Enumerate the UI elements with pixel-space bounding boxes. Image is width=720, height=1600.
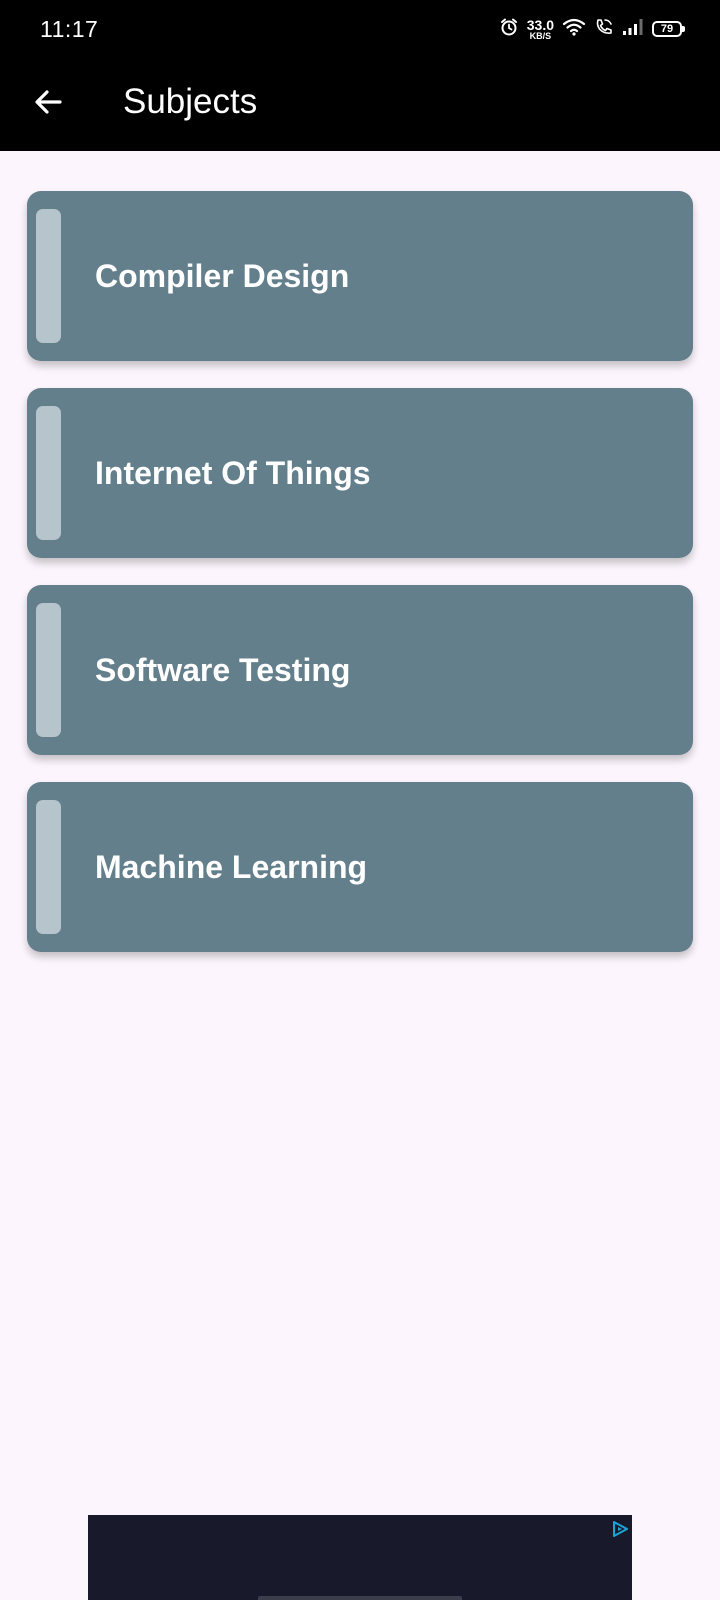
- network-speed-value: 33.0: [526, 16, 554, 33]
- ad-handle: [258, 1596, 462, 1600]
- ad-choices-icon[interactable]: [610, 1519, 630, 1539]
- subject-label: Machine Learning: [95, 848, 368, 885]
- card-accent-bar: [36, 800, 61, 934]
- status-time: 11:17: [40, 16, 99, 42]
- subject-label: Internet Of Things: [95, 454, 371, 491]
- status-bar: 11:17 33.0 KB/S 79: [0, 0, 720, 58]
- page-title: Subjects: [123, 82, 258, 121]
- network-speed: 33.0 KB/S: [527, 18, 554, 41]
- battery-level: 79: [660, 23, 674, 35]
- subject-card-machine-learning[interactable]: Machine Learning: [27, 782, 693, 952]
- card-accent-bar: [36, 209, 61, 343]
- wifi-icon: [562, 17, 586, 42]
- screen: 11:17 33.0 KB/S 79 Subjects Compiler Des…: [0, 0, 720, 1600]
- card-accent-bar: [36, 603, 61, 737]
- ad-banner[interactable]: [88, 1515, 632, 1600]
- wifi-call-icon: [594, 17, 614, 42]
- alarm-icon: [499, 17, 519, 42]
- app-bar: Subjects: [0, 58, 720, 151]
- subject-label: Compiler Design: [95, 257, 350, 294]
- arrow-left-icon: [33, 87, 63, 122]
- back-button[interactable]: [24, 80, 72, 128]
- subject-card-software-testing[interactable]: Software Testing: [27, 585, 693, 755]
- subject-card-internet-of-things[interactable]: Internet Of Things: [27, 388, 693, 558]
- signal-icon: [622, 17, 644, 42]
- subject-label: Software Testing: [95, 651, 351, 688]
- network-speed-unit: KB/S: [529, 30, 552, 41]
- card-accent-bar: [36, 406, 61, 540]
- subject-card-compiler-design[interactable]: Compiler Design: [27, 191, 693, 361]
- battery-icon: 79: [652, 21, 685, 37]
- status-icons: 33.0 KB/S 79: [499, 14, 685, 44]
- subject-list: Compiler Design Internet Of Things Softw…: [27, 191, 693, 979]
